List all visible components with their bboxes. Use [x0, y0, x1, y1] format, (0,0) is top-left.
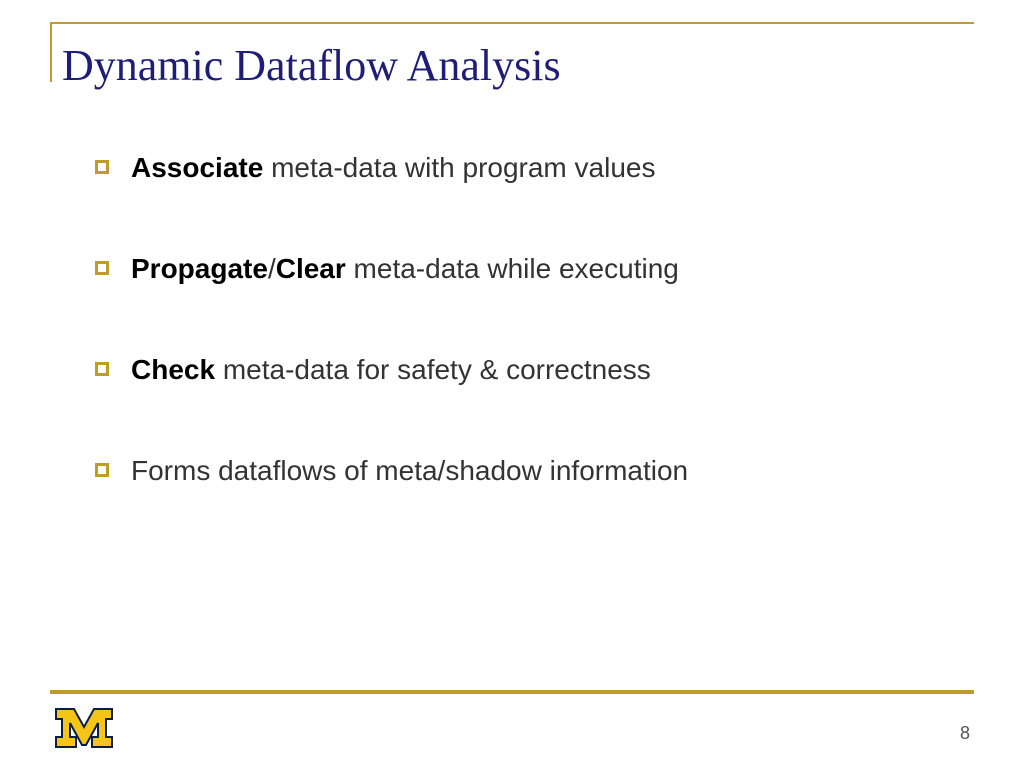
list-item-keyword: Check [131, 354, 215, 385]
slide-body: Associate meta-data with program values … [95, 150, 964, 554]
list-item: Associate meta-data with program values [95, 150, 964, 185]
page-number: 8 [960, 723, 970, 744]
list-item-rest: meta-data with program values [263, 152, 655, 183]
list-item-text: Check meta-data for safety & correctness [131, 352, 651, 387]
slide-title: Dynamic Dataflow Analysis [62, 40, 561, 91]
list-item: Propagate/Clear meta-data while executin… [95, 251, 964, 286]
bullet-icon [95, 362, 109, 376]
list-item-text: Propagate/Clear meta-data while executin… [131, 251, 679, 286]
list-item-rest: Forms dataflows of meta/shadow informati… [131, 455, 688, 486]
list-item-rest: meta-data for safety & correctness [215, 354, 651, 385]
list-item-text: Forms dataflows of meta/shadow informati… [131, 453, 688, 488]
list-item-rest: meta-data while executing [346, 253, 679, 284]
bullet-icon [95, 463, 109, 477]
logo-block-m [54, 707, 114, 754]
bullet-icon [95, 261, 109, 275]
list-item-keyword: Propagate [131, 253, 268, 284]
bottom-rule [50, 690, 974, 694]
bullet-icon [95, 160, 109, 174]
block-m-icon [54, 707, 114, 749]
list-item-keyword: Clear [276, 253, 346, 284]
top-rule-tick [50, 22, 52, 82]
top-rule [50, 22, 974, 24]
list-item-sep: / [268, 253, 276, 284]
list-item-text: Associate meta-data with program values [131, 150, 655, 185]
list-item: Check meta-data for safety & correctness [95, 352, 964, 387]
list-item-keyword: Associate [131, 152, 263, 183]
list-item: Forms dataflows of meta/shadow informati… [95, 453, 964, 488]
